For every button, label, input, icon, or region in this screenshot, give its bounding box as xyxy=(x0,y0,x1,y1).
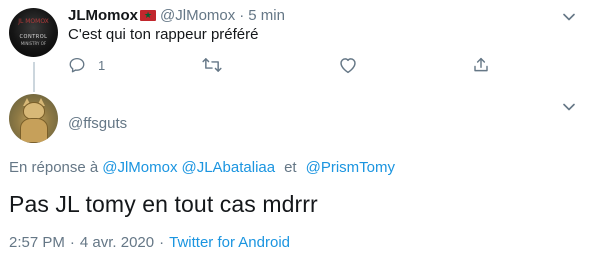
avatar-caption-2: CONTROL xyxy=(19,34,48,40)
parent-timestamp[interactable]: 5 min xyxy=(248,7,285,24)
heart-icon xyxy=(340,58,356,74)
replying-to-conjunction: et xyxy=(284,159,297,176)
share-icon xyxy=(474,57,488,72)
meta-separator: · xyxy=(69,234,75,251)
replying-to: En réponse à @JlMomox @JLAbataliaa et @P… xyxy=(9,159,395,176)
parent-avatar[interactable]: JL MOMOX CONTROL MINISTRY OF xyxy=(9,8,58,57)
tweet-source-link[interactable]: Twitter for Android xyxy=(169,234,290,251)
header-separator: · xyxy=(239,6,245,24)
mention-link[interactable]: @JLAbataliaa xyxy=(181,159,275,176)
replying-to-label: En réponse à xyxy=(9,159,99,176)
avatar-caption-3: MINISTRY OF xyxy=(20,41,47,46)
retweet-button[interactable] xyxy=(202,56,222,74)
parent-actions: 1 xyxy=(68,56,508,76)
parent-tweet[interactable]: JL MOMOX CONTROL MINISTRY OF JLMomox ★ @… xyxy=(0,0,593,92)
parent-tweet-text: C'est qui ton rappeur préféré xyxy=(68,26,259,43)
avatar-caption-1: JL MOMOX xyxy=(18,18,49,25)
parent-display-name[interactable]: JLMomox xyxy=(68,7,138,24)
reply-tweet-text: Pas JL tomy en tout cas mdrrr xyxy=(9,191,318,217)
tweet-date[interactable]: 4 avr. 2020 xyxy=(80,234,154,251)
mention-link[interactable]: @JlMomox xyxy=(102,159,177,176)
reply-more-button[interactable] xyxy=(559,97,579,117)
parent-header: JLMomox ★ @JlMomox · 5 min xyxy=(68,5,285,25)
reply-tweet: @ffsguts En réponse à @JlMomox @JLAbatal… xyxy=(0,85,593,269)
parent-handle[interactable]: @JlMomox xyxy=(160,7,235,24)
share-button[interactable] xyxy=(472,56,490,74)
morocco-flag-icon: ★ xyxy=(140,9,157,21)
reply-button[interactable]: 1 xyxy=(68,56,105,74)
mention-link[interactable]: @PrismTomy xyxy=(306,159,395,176)
tweet-meta: 2:57 PM · 4 avr. 2020 · Twitter for Andr… xyxy=(9,234,290,251)
chevron-down-icon xyxy=(563,103,575,111)
avatar-body xyxy=(20,118,48,143)
parent-more-button[interactable] xyxy=(559,7,579,27)
reply-count: 1 xyxy=(98,57,106,73)
reply-handle[interactable]: @ffsguts xyxy=(68,115,127,132)
tweet-time[interactable]: 2:57 PM xyxy=(9,234,65,251)
reply-avatar[interactable] xyxy=(9,94,58,143)
retweet-icon xyxy=(202,58,222,72)
like-button[interactable] xyxy=(338,56,358,74)
reply-icon xyxy=(69,57,85,73)
meta-separator: · xyxy=(159,234,165,251)
chevron-down-icon xyxy=(563,13,575,21)
